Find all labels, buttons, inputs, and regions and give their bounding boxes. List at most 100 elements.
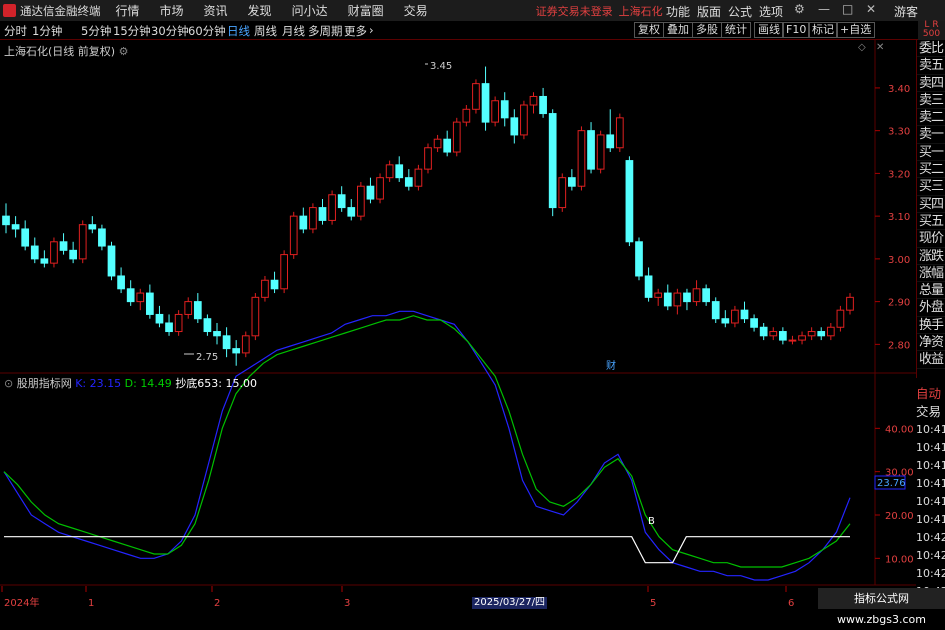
side-label[interactable]: 买一 [917, 144, 945, 162]
add-watchlist-button[interactable]: +自选 [836, 22, 876, 38]
close-icon[interactable]: ✕ [866, 2, 876, 16]
period-multi[interactable]: 多周期 [308, 23, 343, 39]
candle-body [558, 177, 567, 209]
candle-body [59, 241, 68, 251]
price-axis-label: 2.80 [888, 340, 910, 351]
chevron-right-icon[interactable]: › [369, 23, 374, 37]
candle-body [40, 258, 49, 264]
side-label[interactable]: 委比 [917, 40, 945, 58]
auto-label[interactable]: 自动 [916, 385, 945, 403]
period-more[interactable]: 更多 [344, 23, 367, 39]
b-signal-label: B [648, 516, 655, 527]
candle-body [357, 185, 365, 217]
chart-area[interactable]: 3.403.303.203.103.002.902.80 40.0030.002… [0, 40, 916, 609]
candle-body [376, 177, 384, 200]
side-label[interactable]: 涨幅 [917, 265, 945, 283]
side-label[interactable]: 收益 [917, 351, 945, 369]
side-label[interactable]: 净资 [917, 334, 945, 352]
period-5min[interactable]: 5分钟 [81, 23, 111, 39]
candle-body [11, 224, 20, 230]
side-label[interactable]: 卖二 [917, 109, 945, 127]
quote-side-panel: 委比 卖五 卖四 卖三 卖二 卖一 买一 买二 买三 买四 买五 现价 涨跌 涨幅 总量 外盘 换手 净资 收益 [916, 40, 945, 378]
indicator-menu-icon[interactable]: ⊙ [4, 377, 13, 390]
candle-body [568, 177, 576, 187]
guest-user[interactable]: 游客 [894, 3, 918, 20]
candle-body [443, 138, 452, 153]
menu-wealth[interactable]: 财富圈 [348, 2, 384, 19]
candle-body [318, 207, 327, 221]
adjust-button[interactable]: 复权 [634, 22, 664, 38]
side-label[interactable]: 现价 [917, 230, 945, 248]
period-30min[interactable]: 30分钟 [151, 23, 189, 39]
side-label[interactable]: 买四 [917, 196, 945, 213]
ind-axis-label: 20.00 [885, 511, 914, 522]
side-label[interactable]: 买三 [917, 178, 945, 196]
panel-close-icon[interactable]: ✕ [876, 42, 884, 53]
side-label[interactable]: 卖一 [917, 126, 945, 144]
multi-stock-button[interactable]: 多股 [692, 22, 722, 38]
side-label[interactable]: 外盘 [917, 299, 945, 317]
d-label: D: 14.49 [124, 377, 172, 390]
menu-ask[interactable]: 问小达 [292, 2, 328, 19]
period-1min[interactable]: 1分钟 [32, 23, 62, 39]
side-label[interactable]: 买五 [917, 213, 945, 231]
side-label[interactable]: 卖五 [917, 57, 945, 75]
period-daily[interactable]: 日线 [227, 23, 250, 39]
candle-body [203, 318, 212, 333]
overlay-button[interactable]: 叠加 [663, 22, 693, 38]
settings-circle-icon[interactable]: ⚙ [119, 45, 129, 58]
f10-button[interactable]: F10 [782, 22, 811, 38]
side-label[interactable]: 卖三 [917, 92, 945, 110]
stats-button[interactable]: 统计 [721, 22, 751, 38]
candle-body [347, 207, 356, 217]
menu-options[interactable]: 选项 [759, 3, 783, 20]
maximize-icon[interactable]: □ [842, 2, 853, 16]
trade-label[interactable]: 交易 [916, 403, 945, 421]
candle-body [625, 160, 634, 243]
candle-body [510, 117, 519, 136]
level-badge[interactable]: L R 500 [918, 21, 945, 40]
period-15min[interactable]: 15分钟 [113, 23, 151, 39]
side-label[interactable]: 涨跌 [917, 248, 945, 265]
period-monthly[interactable]: 月线 [282, 23, 305, 39]
side-label[interactable]: 卖四 [917, 75, 945, 92]
draw-line-button[interactable]: 画线 [754, 22, 784, 38]
settings-icon[interactable]: ⚙ [794, 2, 805, 16]
side-label[interactable]: 买二 [917, 161, 945, 179]
minimize-icon[interactable]: — [818, 2, 830, 16]
candle-body [500, 100, 509, 119]
side-label[interactable]: 总量 [917, 282, 945, 300]
menu-formula[interactable]: 公式 [728, 3, 752, 20]
time-entry: 10:41 [916, 513, 945, 526]
candle-body [750, 318, 758, 328]
indicator-name[interactable]: 股朋指标网 [17, 377, 72, 390]
ind-axis-label: 10.00 [885, 554, 914, 565]
candle-body [769, 331, 778, 337]
candle-body [606, 134, 615, 149]
menu-layout[interactable]: 版面 [697, 3, 721, 20]
candle-body [731, 309, 739, 324]
menu-functions[interactable]: 功能 [666, 3, 690, 20]
menu-market[interactable]: 市场 [160, 2, 184, 19]
candle-body [328, 194, 336, 221]
menu-discover[interactable]: 发现 [248, 2, 272, 19]
period-intraday[interactable]: 分时 [4, 23, 27, 39]
period-weekly[interactable]: 周线 [254, 23, 277, 39]
app-title: 通达信金融终端 [20, 3, 101, 18]
expand-icon[interactable]: ◇ [858, 42, 866, 53]
trade-side-panel: 自动 交易 10:41 10:41 10:41 10:41 10:41 10:41 10:4… [916, 385, 945, 598]
time-entry: 10:42 [916, 531, 945, 544]
d-line [3, 315, 851, 568]
menu-news[interactable]: 资讯 [204, 2, 228, 19]
high-price-label: 3.45 [430, 61, 452, 72]
finance-marker[interactable]: 财 [606, 359, 616, 372]
period-60min[interactable]: 60分钟 [188, 23, 226, 39]
candle-body [673, 292, 682, 307]
menu-quotes[interactable]: 行情 [116, 2, 140, 19]
candle-body [107, 245, 116, 277]
login-notice[interactable]: 证券交易未登录 [536, 3, 613, 19]
candle-body [836, 309, 845, 328]
mark-button[interactable]: 标记 [808, 22, 838, 38]
side-label[interactable]: 换手 [917, 317, 945, 335]
menu-trade[interactable]: 交易 [404, 2, 428, 19]
